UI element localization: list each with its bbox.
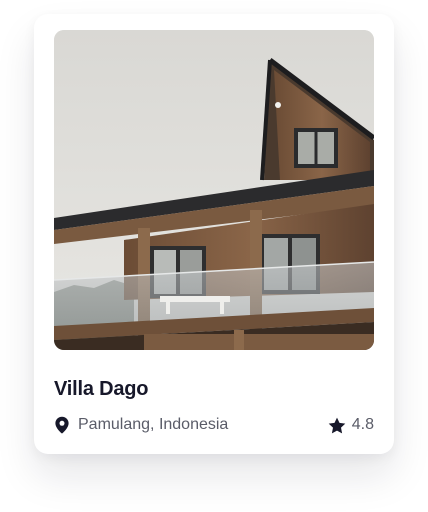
location-text: Pamulang, Indonesia <box>78 416 229 433</box>
star-icon <box>328 417 346 434</box>
rating-value: 4.8 <box>351 416 374 433</box>
rating: 4.8 <box>328 416 374 434</box>
location: Pamulang, Indonesia <box>54 416 228 434</box>
property-card[interactable]: Villa Dago Pamulang, Indonesia 4.8 <box>34 14 394 454</box>
property-meta: Pamulang, Indonesia 4.8 <box>54 414 374 436</box>
property-photo <box>54 30 374 350</box>
map-pin-icon <box>54 416 70 434</box>
property-title: Villa Dago <box>54 378 149 400</box>
